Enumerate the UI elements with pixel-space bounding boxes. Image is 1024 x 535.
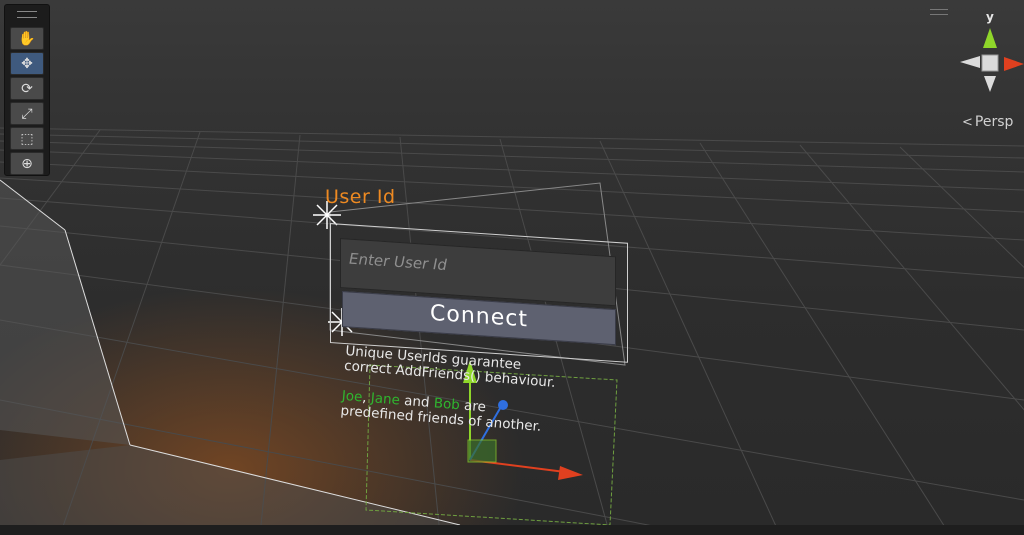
palette-grip[interactable] [17, 11, 37, 18]
scene-view[interactable]: ✋ ✥ ⟳ ⤢ ⬚ ⊕ User Id Enter User Id Connec… [0, 0, 1024, 535]
hand-tool-button[interactable]: ✋ [10, 27, 44, 50]
transform-icon: ⊕ [21, 155, 33, 172]
scene-options-grip[interactable] [930, 9, 948, 15]
tool-palette: ✋ ✥ ⟳ ⤢ ⬚ ⊕ [4, 4, 50, 176]
rotate-tool-button[interactable]: ⟳ [10, 77, 44, 100]
transform-tool-button[interactable]: ⊕ [10, 152, 44, 175]
rotate-icon: ⟳ [21, 80, 33, 97]
user-id-label: User Id [325, 186, 396, 208]
rect-transform-icon: ⬚ [20, 130, 34, 147]
scale-tool-button[interactable]: ⤢ [10, 102, 44, 125]
scale-icon: ⤢ [21, 105, 33, 122]
hand-icon: ✋ [18, 30, 36, 47]
chevron-left-icon: < [962, 115, 973, 130]
move-arrows-icon: ✥ [21, 55, 33, 72]
status-bar [0, 525, 1024, 535]
axis-y-label: y [986, 10, 994, 24]
perspective-toggle[interactable]: < Persp [962, 114, 1013, 130]
rect-tool-button[interactable]: ⬚ [10, 127, 44, 150]
move-tool-button[interactable]: ✥ [10, 52, 44, 75]
persp-label: Persp [974, 114, 1014, 130]
